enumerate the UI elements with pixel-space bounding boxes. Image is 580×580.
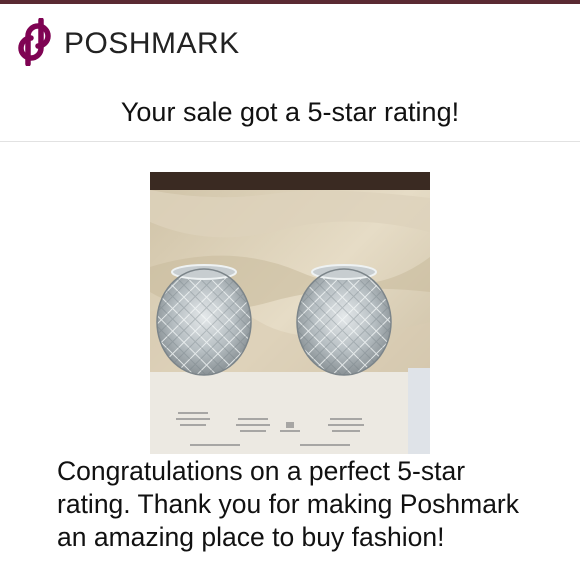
- divider: [0, 141, 580, 142]
- product-photo[interactable]: [150, 172, 430, 454]
- product-photo-illustration: [150, 172, 430, 454]
- congratulations-message: Congratulations on a perfect 5-star rati…: [57, 456, 520, 552]
- email-subject: Your sale got a 5-star rating!: [120, 97, 460, 127]
- header: POSHMARK: [0, 4, 580, 78]
- poshmark-logo-icon[interactable]: [14, 18, 56, 66]
- brand-name[interactable]: POSHMARK: [64, 28, 240, 60]
